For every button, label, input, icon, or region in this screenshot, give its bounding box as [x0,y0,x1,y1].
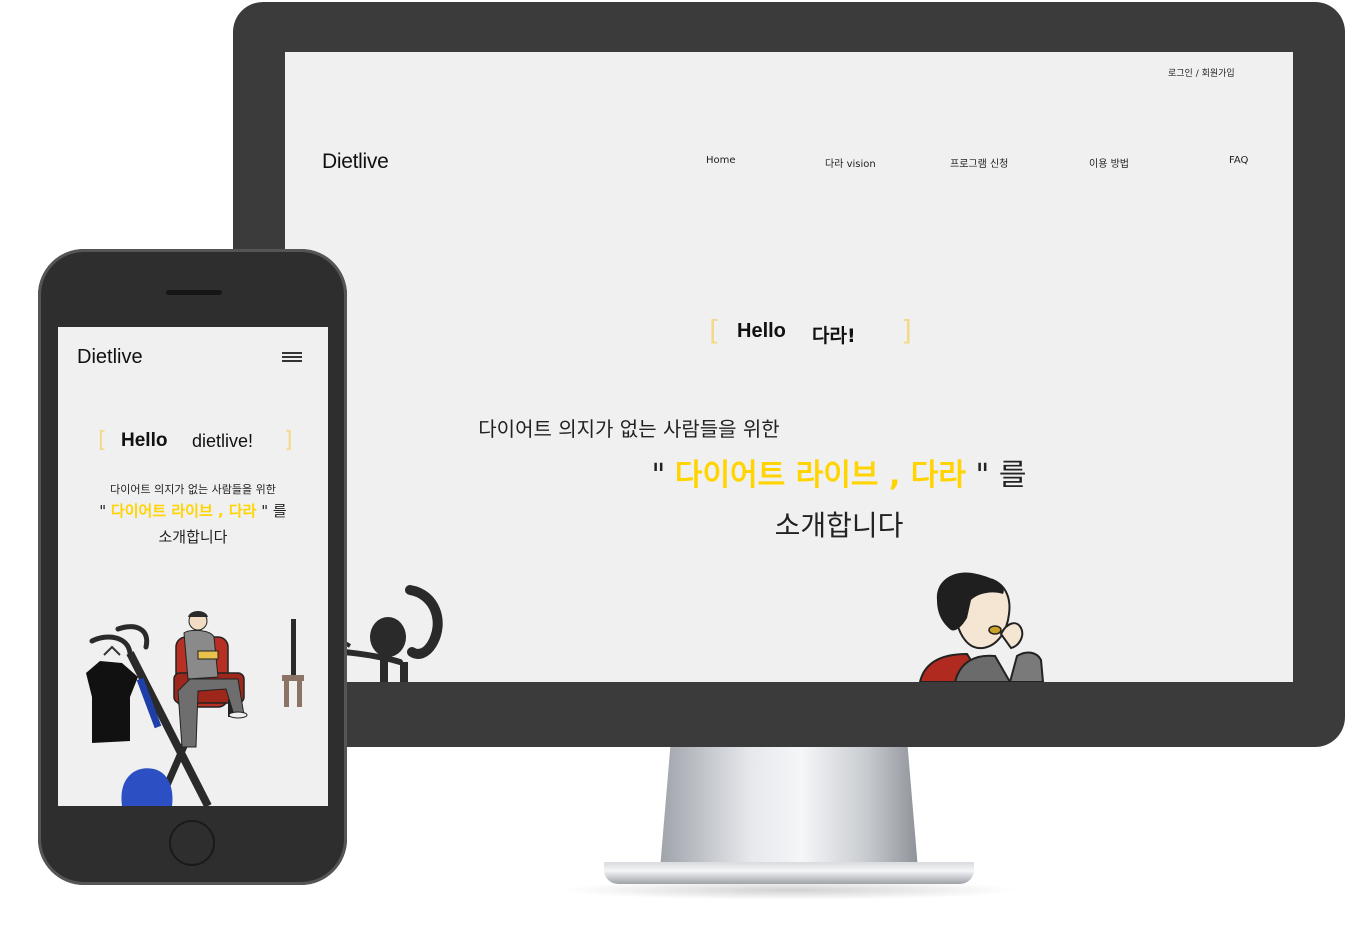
brand-highlight: 다이어트 라이브 , 다라 [674,458,966,493]
man-eating-illustration [918,572,1045,682]
device-mockup-stage: 로그인 / 회원가입 Dietlive Home 다라 vision 프로그램 … [0,0,1368,931]
mobile-hello-name-text: dietlive! [192,431,254,451]
intro-line-3: 소개합니다 [774,509,904,542]
nav-program-apply[interactable]: 프로그램 신청 [950,155,1008,170]
mobile-screen: Dietlive [ Hello dietlive! ] 다이어트 의지가 없는… [58,327,328,806]
mobile-hello-text: Hello [121,430,168,451]
quote-close: " 를 [256,502,287,520]
left-bracket-decoration: [ [98,428,107,453]
monitor-stand-base [604,862,974,884]
quote-close: " 를 [966,458,1027,493]
quote-open: " [99,502,111,520]
login-signup-link[interactable]: 로그인 / 회원가입 [1168,66,1235,79]
quote-open: " [651,458,675,493]
phone-speaker [166,290,222,295]
monitor-stand-neck [660,747,918,869]
left-bracket-decoration: [ [709,314,720,347]
man-on-sofa-illustration [86,611,304,806]
hello-text: Hello [737,320,786,342]
exercise-bike-illustration [340,585,443,682]
mobile-intro-line-1: 다이어트 의지가 없는 사람들을 위한 [110,483,276,496]
mobile-brand-highlight: 다이어트 라이브 , 다라 [110,502,257,520]
intro-line-1: 다이어트 의지가 없는 사람들을 위한 [478,417,780,441]
nav-how-to-use[interactable]: 이용 방법 [1089,155,1129,170]
right-bracket-decoration: ] [901,314,912,347]
mobile-intro-line-2: " 다이어트 라이브 , 다라 " 를 [58,500,328,521]
hamburger-menu-icon[interactable] [282,352,302,362]
right-bracket-decoration: ] [284,428,293,453]
nav-vision[interactable]: 다라 vision [825,155,876,170]
phone-home-button[interactable] [169,820,215,866]
mobile-intro-line-3: 소개합니다 [158,528,228,546]
intro-line-2: " 다이어트 라이브 , 다라 " 를 [335,450,1293,494]
nav-faq[interactable]: FAQ [1229,155,1248,166]
nav-home[interactable]: Home [706,155,736,166]
hello-name-text: 다라! [812,325,856,347]
hello-heading: [ Hello 다라! ] [709,316,919,348]
mobile-logo[interactable]: Dietlive [77,346,143,369]
mobile-hello-heading: [ Hello dietlive! ] [98,428,298,456]
desktop-screen: 로그인 / 회원가입 Dietlive Home 다라 vision 프로그램 … [285,52,1293,682]
desktop-logo[interactable]: Dietlive [322,150,389,174]
